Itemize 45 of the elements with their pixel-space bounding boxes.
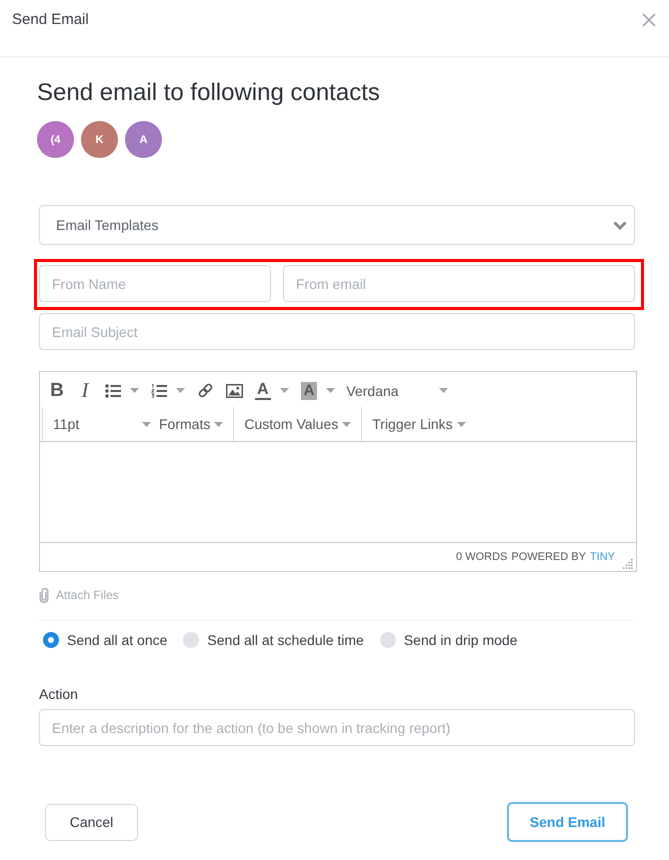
menu-button[interactable]: Trigger Links: [362, 410, 476, 438]
close-icon[interactable]: [642, 13, 656, 27]
email-subject-field[interactable]: Email Subject: [39, 313, 635, 350]
caret-icon: [342, 422, 352, 426]
from-email-field[interactable]: From email: [283, 265, 635, 302]
caret-icon: [142, 422, 151, 426]
powered-by-label: POWERED BY: [511, 551, 586, 563]
resize-grip-icon[interactable]: [623, 559, 633, 569]
caret-icon: [326, 388, 336, 393]
caret-icon: [456, 422, 466, 426]
dropdown-select[interactable]: 11pt: [43, 410, 155, 438]
bold-button[interactable]: B: [44, 376, 70, 404]
from-name-field[interactable]: From Name: [39, 265, 271, 302]
image-icon: [226, 384, 243, 398]
bullet-list-icon: [105, 384, 121, 398]
dialog-title: Send Email: [12, 11, 89, 29]
radio-button[interactable]: [380, 632, 396, 648]
section-heading: Send email to following contacts: [37, 79, 381, 107]
template-select[interactable]: Email Templates: [39, 205, 635, 245]
italic-button[interactable]: I: [72, 376, 98, 404]
menu-button[interactable]: Formats: [155, 410, 234, 438]
radio-label[interactable]: Send in drip mode: [404, 632, 518, 648]
chevron-down-icon: [613, 220, 627, 230]
cancel-button[interactable]: Cancel: [45, 804, 138, 840]
contact-avatar: (4: [37, 121, 74, 158]
radio-button[interactable]: [43, 632, 59, 648]
contact-avatar: A: [125, 121, 162, 158]
text-color-button[interactable]: A: [250, 376, 294, 404]
caret-icon: [439, 388, 448, 393]
action-field[interactable]: Enter a description for the action (to be shown in tracking report): [39, 709, 635, 746]
numbered-list-icon: [151, 384, 167, 398]
dropdown-select[interactable]: Verdana: [342, 376, 452, 404]
caret-icon: [280, 388, 289, 393]
radio-label[interactable]: Send all at once: [67, 632, 168, 648]
word-count: 0 WORDS: [456, 551, 508, 563]
radio-label[interactable]: Send all at schedule time: [207, 632, 364, 648]
link-icon: [197, 382, 214, 399]
caret-icon: [130, 388, 139, 393]
caret-icon: [176, 388, 185, 393]
contact-avatar: K: [81, 121, 118, 158]
menu-button[interactable]: Custom Values: [234, 410, 362, 438]
caret-icon: [214, 422, 224, 426]
action-label: Action: [39, 685, 79, 703]
radio-button[interactable]: [183, 632, 200, 648]
paperclip-icon: [39, 588, 49, 602]
